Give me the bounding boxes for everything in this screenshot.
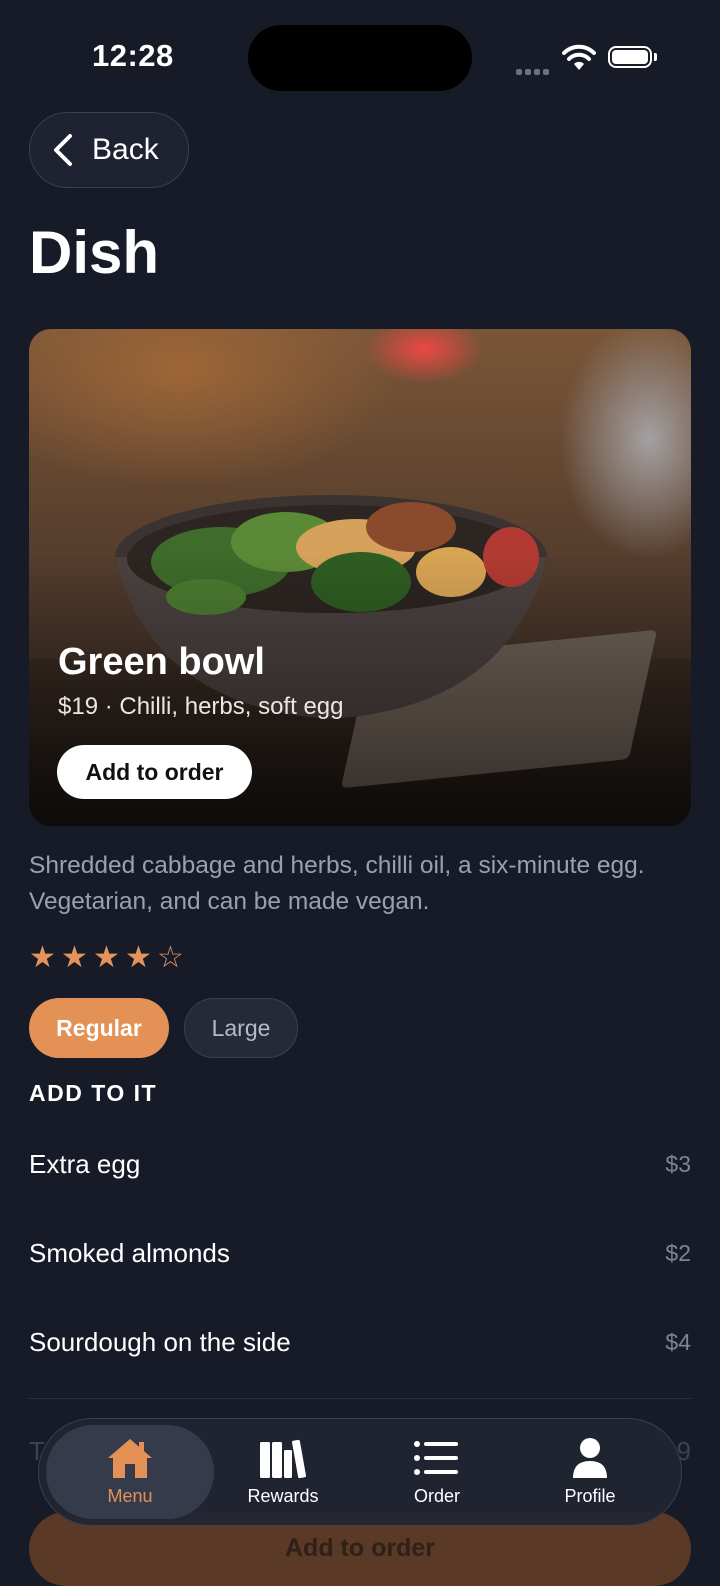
star-rating[interactable]: ★ ★ ★ ★ ☆ — [29, 940, 189, 975]
addon-name: Extra egg — [29, 1148, 141, 1179]
status-time: 12:28 — [92, 38, 174, 73]
chevron-left-icon — [54, 134, 72, 166]
battery-icon — [608, 46, 657, 68]
addon-price: $2 — [665, 1239, 691, 1266]
dish-description: Shredded cabbage and herbs, chilli oil, … — [29, 852, 645, 915]
tab-label: Menu — [107, 1486, 153, 1506]
addon-row[interactable]: Extra egg $3 — [29, 1134, 691, 1194]
person-icon — [573, 1438, 607, 1478]
dish-price-summary: $19 · Chilli, herbs, soft egg — [58, 693, 344, 720]
divider — [29, 1398, 691, 1399]
list-icon — [414, 1441, 458, 1475]
star-icon[interactable]: ★ — [29, 940, 61, 975]
tab-label: Profile — [564, 1486, 616, 1506]
books-icon — [260, 1439, 307, 1479]
dish-hero-card: Green bowl $19 · Chilli, herbs, soft egg… — [29, 329, 691, 826]
tab-bar: Menu Rewards Order Profile — [38, 1418, 682, 1526]
tab-profile[interactable]: Profile — [514, 1425, 666, 1519]
addon-row[interactable]: Smoked almonds $2 — [29, 1223, 691, 1283]
addon-price: $3 — [665, 1150, 691, 1177]
tab-menu[interactable]: Menu — [46, 1425, 214, 1519]
star-outline-icon[interactable]: ☆ — [157, 940, 189, 975]
tab-order[interactable]: Order — [361, 1425, 513, 1519]
house-icon — [108, 1439, 152, 1478]
addon-name: Smoked almonds — [29, 1237, 230, 1268]
star-icon[interactable]: ★ — [125, 940, 157, 975]
size-option-large[interactable]: Large — [184, 998, 298, 1058]
size-option-regular[interactable]: Regular — [29, 998, 169, 1058]
dish-name: Green bowl — [58, 641, 265, 683]
addon-name: Sourdough on the side — [29, 1326, 291, 1357]
tab-label: Rewards — [247, 1486, 319, 1506]
addons-heading: ADD TO IT — [29, 1080, 158, 1106]
wifi-icon — [562, 44, 596, 70]
back-label: Back — [92, 133, 159, 166]
addon-price: $4 — [665, 1328, 691, 1355]
addon-row[interactable]: Sourdough on the side $4 — [29, 1312, 691, 1372]
cellular-signal-icon — [516, 62, 552, 80]
star-icon[interactable]: ★ — [93, 940, 125, 975]
add-to-order-button[interactable]: Add to order — [57, 745, 252, 799]
page-title: Dish — [29, 219, 160, 286]
tab-rewards[interactable]: Rewards — [207, 1425, 359, 1519]
status-bar: 12:28 — [0, 0, 720, 110]
tab-label: Order — [413, 1486, 460, 1506]
star-icon[interactable]: ★ — [61, 940, 93, 975]
dynamic-island — [248, 25, 472, 91]
back-button[interactable]: Back — [29, 112, 189, 188]
